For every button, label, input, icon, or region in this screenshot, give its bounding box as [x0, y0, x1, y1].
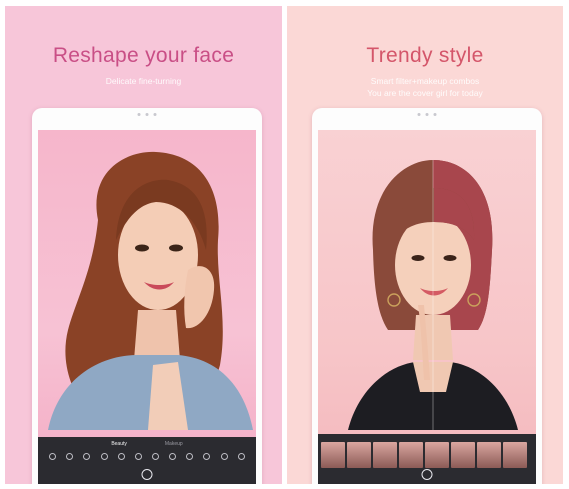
reshape-tool-icon[interactable] [66, 453, 74, 462]
reshape-tool-icon[interactable] [186, 453, 194, 462]
filter-thumbnail-icon[interactable] [321, 442, 345, 468]
filter-thumbnail-icon[interactable] [503, 442, 527, 468]
tablet-frame-right [312, 108, 542, 484]
reshape-title: Reshape your face [52, 44, 235, 67]
trendy-panel: Trendy style Smart filter+makeup combos … [287, 6, 563, 484]
reshape-panel: Reshape your face Delicate fine-turning … [5, 6, 282, 484]
portrait-photo-right [348, 160, 518, 430]
tab-makeup[interactable]: Makeup [165, 441, 183, 447]
app-store-screenshots: Reshape your face Delicate fine-turning … [0, 0, 569, 489]
filter-thumbnail-icon[interactable] [425, 442, 449, 468]
trendy-subtitle-1: Smart filter+makeup combos [370, 76, 480, 86]
filter-thumbnail-icon[interactable] [477, 442, 501, 468]
reshape-tool-icon[interactable] [220, 453, 228, 462]
editor-screen-right [318, 130, 536, 484]
camera-shutter-icon[interactable] [141, 469, 153, 480]
camera-dots [137, 113, 157, 116]
camera-shutter-icon[interactable] [421, 469, 433, 480]
reshape-tool-icon[interactable] [49, 453, 57, 462]
filter-thumbnails [318, 440, 536, 470]
camera-dots [417, 113, 437, 116]
reshape-tools [38, 447, 256, 462]
trendy-subtitle-2: You are the cover girl for today [367, 88, 483, 98]
reshape-tool-icon[interactable] [152, 453, 160, 462]
filter-thumbnail-icon[interactable] [373, 442, 397, 468]
tab-beauty[interactable]: Beauty [111, 441, 127, 447]
reshape-tool-icon[interactable] [237, 453, 245, 462]
portrait-photo-left [48, 151, 253, 430]
tablet-frame-left: ​ [32, 108, 262, 484]
filter-thumbnail-icon[interactable] [347, 442, 371, 468]
reshape-tool-icon[interactable] [100, 453, 108, 462]
filter-thumbnail-icon[interactable] [399, 442, 423, 468]
reshape-tool-icon[interactable] [134, 453, 142, 462]
filter-thumbnail-icon[interactable] [451, 442, 475, 468]
reshape-subtitle: Delicate fine-turning [105, 76, 182, 86]
reshape-tool-icon[interactable] [203, 453, 211, 462]
beauty-tabs: Beauty Makeup [38, 437, 256, 447]
filter-toolbar [318, 434, 536, 484]
reshape-tool-icon[interactable] [83, 453, 91, 462]
reshape-tool-icon[interactable] [169, 453, 177, 462]
reshape-tool-icon[interactable] [117, 453, 125, 462]
trendy-title: Trendy style [366, 44, 484, 67]
editor-screen-left: ​ [38, 130, 256, 484]
beauty-toolbar: Beauty Makeup [38, 437, 256, 484]
